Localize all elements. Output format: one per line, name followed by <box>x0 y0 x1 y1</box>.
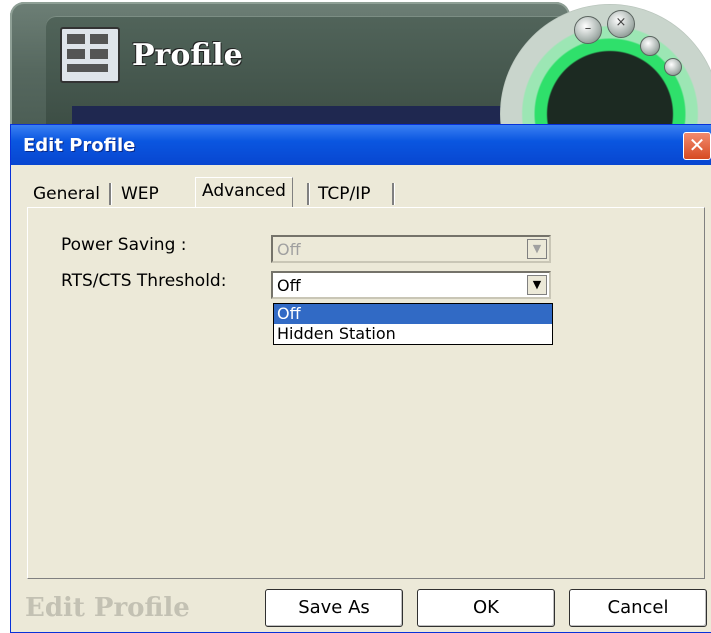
cancel-button[interactable]: Cancel <box>569 589 707 627</box>
ok-button[interactable]: OK <box>417 589 555 627</box>
tab-separator <box>109 183 112 205</box>
power-saving-label: Power Saving : <box>61 235 187 255</box>
edit-profile-dialog: Edit Profile ✕ General WEP Advanced TCP/… <box>10 124 711 633</box>
tab-separator <box>307 183 310 205</box>
power-saving-select: Off ▼ <box>271 235 551 263</box>
save-as-button[interactable]: Save As <box>265 589 403 627</box>
rts-cts-select[interactable]: Off ▼ <box>271 271 551 299</box>
rts-cts-value: Off <box>277 276 301 295</box>
tab-separator <box>392 183 395 205</box>
option-icon-2[interactable] <box>664 58 682 76</box>
tab-general[interactable]: General <box>27 181 106 207</box>
rts-cts-dropdown: Off Hidden Station <box>273 303 553 345</box>
minimize-icon[interactable]: – <box>574 16 602 44</box>
profile-icon <box>60 27 120 83</box>
option-off[interactable]: Off <box>274 304 552 324</box>
power-saving-value: Off <box>277 240 301 259</box>
tab-advanced[interactable]: Advanced <box>195 177 293 208</box>
rts-cts-label: RTS/CTS Threshold: <box>61 271 227 291</box>
option-hidden-station[interactable]: Hidden Station <box>274 324 552 344</box>
close-button[interactable]: ✕ <box>683 132 711 160</box>
dialog-titlebar: Edit Profile ✕ <box>11 125 711 165</box>
tab-tcpip[interactable]: TCP/IP <box>312 181 377 207</box>
chevron-down-icon[interactable]: ▼ <box>527 275 547 295</box>
app-title: Profile <box>132 38 243 73</box>
footer-title: Edit Profile <box>25 593 190 623</box>
close-app-icon[interactable]: × <box>607 10 635 38</box>
tab-wep[interactable]: WEP <box>115 181 165 207</box>
option-icon[interactable] <box>640 36 660 56</box>
chevron-down-icon: ▼ <box>527 239 547 259</box>
dialog-title: Edit Profile <box>23 135 136 156</box>
